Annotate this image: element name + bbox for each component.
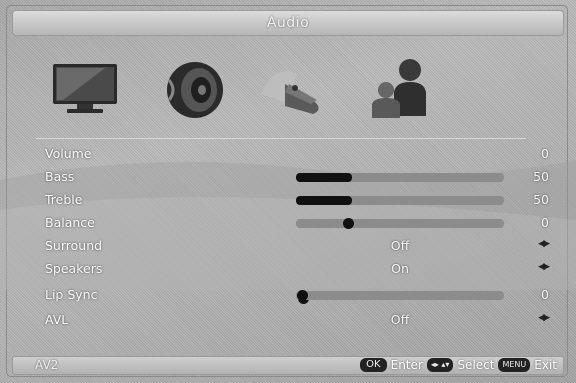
- row-treble[interactable]: Treble 50: [0, 190, 576, 212]
- balance-slider[interactable]: [296, 218, 504, 229]
- tab-settings[interactable]: [255, 54, 335, 124]
- lip-sync-slider[interactable]: [296, 290, 504, 301]
- bass-label: Bass: [45, 169, 75, 184]
- users-icon: [372, 59, 426, 118]
- left-right-arrows-icon[interactable]: ◀▶: [538, 313, 550, 323]
- volume-value: 0: [541, 146, 549, 161]
- row-bass[interactable]: Bass 50: [0, 167, 576, 189]
- lip-sync-slider-knob[interactable]: [297, 290, 309, 301]
- tv-icon: [53, 64, 117, 113]
- treble-value: 50: [533, 192, 549, 207]
- left-right-arrows-icon[interactable]: ◀▶: [538, 262, 550, 272]
- speaker-icon: [167, 62, 223, 118]
- tab-users[interactable]: [360, 54, 440, 124]
- bass-value: 50: [533, 169, 549, 184]
- left-right-arrows-icon[interactable]: ◀▶: [538, 239, 550, 249]
- row-balance[interactable]: Balance 0: [0, 213, 576, 235]
- tab-picture[interactable]: [45, 54, 125, 124]
- bass-slider-fill: [296, 173, 353, 182]
- tv-menu-screen: Audio Volume 0 Bass 50 Treble 50 Balance…: [0, 0, 576, 383]
- navigation-keys-icon: ◂▸ ▴▾: [426, 358, 454, 372]
- key-hints: OK Enter ◂▸ ▴▾ Select MENU Exit: [360, 358, 557, 372]
- balance-value: 0: [541, 215, 549, 230]
- title-bar: Audio: [12, 10, 564, 36]
- menu-key-icon: MENU: [498, 358, 531, 372]
- bass-slider[interactable]: [296, 173, 504, 182]
- treble-slider-fill: [296, 196, 353, 205]
- tab-audio[interactable]: [155, 54, 235, 124]
- surround-label: Surround: [45, 238, 103, 253]
- speakers-label: Speakers: [45, 261, 103, 276]
- treble-label: Treble: [45, 192, 83, 207]
- menu-title: Audio: [266, 15, 310, 31]
- satellite-dish-icon: [261, 71, 319, 114]
- select-hint: Select: [457, 358, 495, 372]
- tab-divider: [36, 138, 526, 139]
- source-label: AV2: [35, 358, 59, 372]
- speakers-value: On: [391, 261, 409, 276]
- balance-slider-knob[interactable]: [343, 218, 354, 229]
- row-surround[interactable]: Surround Off ◀▶: [0, 236, 576, 258]
- lip-sync-value: 0: [541, 287, 549, 302]
- ok-key-icon: OK: [360, 358, 387, 372]
- row-speakers[interactable]: Speakers On ◀▶: [0, 259, 576, 281]
- lip-sync-label: Lip Sync: [45, 287, 98, 302]
- avl-value: Off: [390, 312, 410, 327]
- enter-hint: Enter: [390, 358, 423, 372]
- avl-label: AVL: [45, 312, 69, 327]
- row-avl[interactable]: AVL Off ◀▶: [0, 310, 576, 332]
- volume-label: Volume: [45, 146, 92, 161]
- treble-slider[interactable]: [296, 196, 504, 205]
- footer-bar: AV2 OK Enter ◂▸ ▴▾ Select MENU Exit: [12, 356, 564, 375]
- row-volume[interactable]: Volume 0: [0, 144, 576, 304]
- surround-value: Off: [390, 238, 410, 253]
- balance-label: Balance: [45, 215, 95, 230]
- row-lip-sync[interactable]: Lip Sync 0: [0, 285, 576, 307]
- exit-hint: Exit: [534, 358, 557, 372]
